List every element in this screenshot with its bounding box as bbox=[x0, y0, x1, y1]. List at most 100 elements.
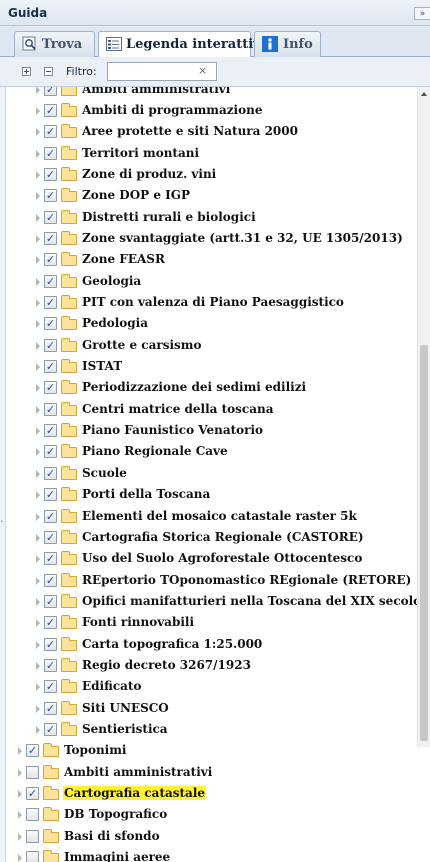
tree-root-node[interactable]: ✓ Cartografia catastale bbox=[6, 783, 417, 804]
tree-root-node[interactable]: Immagini aeree bbox=[6, 847, 417, 862]
tree-node[interactable]: ✓ Piano Faunistico Venatorio bbox=[6, 420, 417, 441]
layer-checkbox[interactable]: ✓ bbox=[44, 552, 57, 566]
tree-node-label[interactable]: Centri matrice della toscana bbox=[81, 402, 275, 416]
tree-node[interactable]: ✓ Centri matrice della toscana bbox=[6, 399, 417, 420]
tree-node[interactable]: ✓ Distretti rurali e biologici bbox=[6, 207, 417, 228]
tree-node-label[interactable]: Ambiti amministrativi bbox=[63, 765, 213, 779]
tree-node-label[interactable]: Opifici manifatturieri nella Toscana del… bbox=[81, 594, 417, 608]
tree-node[interactable]: ✓ Regio decreto 3267/1923 bbox=[6, 655, 417, 676]
layer-checkbox[interactable]: ✓ bbox=[44, 594, 57, 608]
layer-checkbox[interactable] bbox=[26, 808, 39, 822]
tree-node[interactable]: ✓ Zone svantaggiate (artt.31 e 32, UE 130… bbox=[6, 228, 417, 249]
tree-node-label[interactable]: Immagini aeree bbox=[63, 850, 171, 862]
expand-arrow-icon[interactable] bbox=[36, 640, 40, 649]
layer-checkbox[interactable]: ✓ bbox=[44, 360, 57, 374]
layer-checkbox[interactable]: ✓ bbox=[44, 445, 57, 459]
tree-root-node[interactable]: Ambiti amministrativi bbox=[6, 762, 417, 783]
expand-arrow-icon[interactable] bbox=[36, 597, 40, 606]
layer-checkbox[interactable]: ✓ bbox=[44, 338, 57, 352]
tree-node-label[interactable]: Toponimi bbox=[63, 743, 128, 757]
expand-arrow-icon[interactable] bbox=[18, 768, 22, 777]
tree-node[interactable]: ✓ Grotte e carsismo bbox=[6, 335, 417, 356]
tree-node[interactable]: ✓ Uso del Suolo Agroforestale Ottocentesc… bbox=[6, 548, 417, 569]
tree-node[interactable]: ✓ Porti della Toscana bbox=[6, 484, 417, 505]
layer-checkbox[interactable]: ✓ bbox=[44, 103, 57, 117]
layer-checkbox[interactable]: ✓ bbox=[26, 744, 39, 758]
tree-node-label[interactable]: Zone svantaggiate (artt.31 e 32, UE 1305… bbox=[81, 231, 404, 245]
tab-legenda-interattiva[interactable]: Legenda interattiva bbox=[98, 31, 269, 58]
tree-node[interactable]: ✓ Siti UNESCO bbox=[6, 698, 417, 719]
layer-checkbox[interactable]: ✓ bbox=[44, 723, 57, 736]
tree-node-label[interactable]: Edificato bbox=[81, 679, 142, 693]
tree-node[interactable]: ✓ Cartografia Storica Regionale (CASTORE) bbox=[6, 527, 417, 548]
expand-arrow-icon[interactable] bbox=[36, 512, 40, 521]
tree-node[interactable]: ✓ Ambiti amministrativi bbox=[6, 87, 417, 100]
expand-arrow-icon[interactable] bbox=[18, 832, 22, 841]
tree-node-label[interactable]: Siti UNESCO bbox=[81, 701, 170, 715]
clear-filter-icon[interactable]: × bbox=[198, 64, 207, 77]
expand-arrow-icon[interactable] bbox=[36, 683, 40, 692]
layer-checkbox[interactable]: ✓ bbox=[44, 210, 57, 224]
expand-arrow-icon[interactable] bbox=[36, 149, 40, 158]
tree-node-label[interactable]: Basi di sfondo bbox=[63, 829, 161, 843]
expand-all-icon[interactable] bbox=[22, 67, 31, 76]
layer-checkbox[interactable]: ✓ bbox=[44, 317, 57, 331]
layer-checkbox[interactable]: ✓ bbox=[44, 680, 57, 694]
tree-node[interactable]: ✓ Periodizzazione dei sedimi edilizi bbox=[6, 377, 417, 398]
tree-node-label[interactable]: Piano Faunistico Venatorio bbox=[81, 423, 264, 437]
tree-node-label[interactable]: Aree protette e siti Natura 2000 bbox=[81, 124, 299, 138]
tree-node[interactable]: ✓ Opifici manifatturieri nella Toscana de… bbox=[6, 591, 417, 612]
expand-arrow-icon[interactable] bbox=[36, 726, 40, 734]
tree-node[interactable]: ✓ Sentieristica bbox=[6, 719, 417, 740]
layer-checkbox[interactable]: ✓ bbox=[44, 530, 57, 544]
expand-arrow-icon[interactable] bbox=[18, 747, 22, 756]
tree-scrollbar[interactable] bbox=[417, 87, 430, 747]
layer-checkbox[interactable]: ✓ bbox=[44, 466, 57, 480]
layer-checkbox[interactable] bbox=[26, 829, 39, 843]
tree-node-label[interactable]: DB Topografico bbox=[63, 807, 168, 821]
expand-arrow-icon[interactable] bbox=[36, 128, 40, 137]
layer-checkbox[interactable]: ✓ bbox=[44, 296, 57, 309]
layer-checkbox[interactable]: ✓ bbox=[44, 424, 57, 438]
layer-checkbox[interactable]: ✓ bbox=[44, 658, 57, 672]
expand-arrow-icon[interactable] bbox=[18, 811, 22, 820]
tree-node[interactable]: ✓ Elementi del mosaico catastale raster 5… bbox=[6, 506, 417, 527]
tree-node-label[interactable]: Ambiti amministrativi bbox=[81, 87, 231, 96]
tree-node-label[interactable]: Porti della Toscana bbox=[81, 487, 211, 501]
tree-node[interactable]: ✓ Geologia bbox=[6, 271, 417, 292]
expand-arrow-icon[interactable] bbox=[36, 619, 40, 628]
expand-arrow-icon[interactable] bbox=[36, 277, 40, 286]
layer-checkbox[interactable]: ✓ bbox=[44, 125, 57, 139]
collapse-panel-button[interactable]: » bbox=[414, 7, 430, 20]
tree-node[interactable]: ✓ Pedologia bbox=[6, 313, 417, 334]
layer-checkbox[interactable] bbox=[26, 851, 39, 862]
expand-arrow-icon[interactable] bbox=[36, 363, 40, 372]
scroll-thumb[interactable] bbox=[420, 345, 428, 741]
tree-node-label[interactable]: Regio decreto 3267/1923 bbox=[81, 658, 252, 672]
layer-checkbox[interactable]: ✓ bbox=[44, 146, 57, 160]
layer-checkbox[interactable]: ✓ bbox=[44, 573, 57, 587]
expand-arrow-icon[interactable] bbox=[18, 854, 22, 862]
tree-node[interactable]: ✓ Ambiti di programmazione bbox=[6, 100, 417, 121]
tree-node-label[interactable]: Cartografia catastale bbox=[63, 786, 207, 801]
tree-node-label[interactable]: Grotte e carsismo bbox=[81, 338, 202, 352]
expand-arrow-icon[interactable] bbox=[36, 427, 40, 436]
tree-node[interactable]: ✓ Scuole bbox=[6, 463, 417, 484]
tree-node[interactable]: ✓ Piano Regionale Cave bbox=[6, 441, 417, 462]
tree-node-label[interactable]: Scuole bbox=[81, 466, 128, 480]
expand-arrow-icon[interactable] bbox=[36, 704, 40, 713]
tree-node-label[interactable]: Fonti rinnovabili bbox=[81, 615, 195, 629]
layer-checkbox[interactable]: ✓ bbox=[44, 402, 57, 416]
layer-checkbox[interactable]: ✓ bbox=[26, 787, 39, 801]
tree-node-label[interactable]: PIT con valenza di Piano Paesaggistico bbox=[81, 295, 345, 309]
tree-node-label[interactable]: REpertorio TOponomastico REgionale (RETO… bbox=[81, 573, 412, 587]
tree-node-label[interactable]: Cartografia Storica Regionale (CASTORE) bbox=[81, 530, 365, 544]
expand-arrow-icon[interactable] bbox=[36, 469, 40, 478]
layer-checkbox[interactable]: ✓ bbox=[44, 509, 57, 523]
tree-node[interactable]: ✓ Fonti rinnovabili bbox=[6, 612, 417, 633]
tree-node[interactable]: ✓ Carta topografica 1:25.000 bbox=[6, 634, 417, 655]
layer-checkbox[interactable]: ✓ bbox=[44, 87, 57, 96]
collapse-all-icon[interactable] bbox=[44, 67, 53, 76]
tree-node[interactable]: ✓ Territori montani bbox=[6, 143, 417, 164]
layer-checkbox[interactable]: ✓ bbox=[44, 253, 57, 267]
